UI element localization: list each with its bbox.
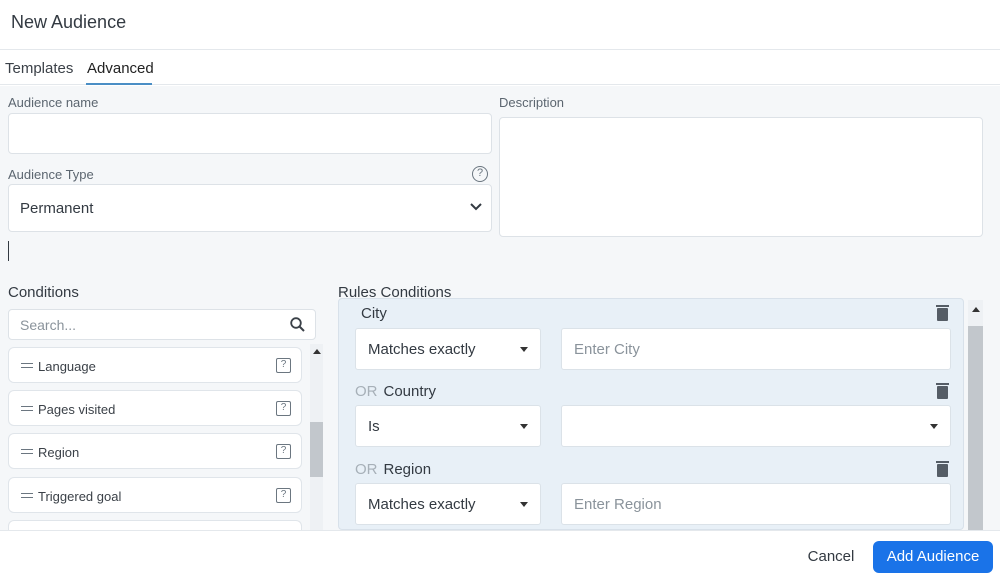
search-placeholder: Search... — [20, 317, 77, 333]
rule-value-placeholder: Enter City — [574, 341, 640, 358]
external-help-icon[interactable]: ? — [276, 358, 291, 373]
trash-icon[interactable] — [936, 383, 949, 399]
form-area: Audience name Description Audience Type … — [0, 86, 1000, 540]
trash-icon[interactable] — [936, 305, 949, 321]
dropdown-triangle-icon — [520, 424, 528, 429]
audience-type-value: Permanent — [20, 200, 94, 217]
drag-handle-icon[interactable] — [21, 449, 33, 454]
drag-handle-icon[interactable] — [21, 363, 33, 368]
rule-connector: OR — [355, 383, 378, 400]
rule-operator-value: Is — [368, 418, 380, 435]
condition-label: Pages visited — [38, 402, 116, 417]
rule-operator-select[interactable]: Matches exactly — [355, 483, 541, 525]
description-label: Description — [499, 95, 565, 110]
tab-bar: Templates Advanced — [0, 50, 1000, 85]
trash-icon[interactable] — [936, 461, 949, 477]
text-cursor — [8, 241, 9, 261]
tab-advanced[interactable]: Advanced — [87, 60, 154, 77]
dialog-footer: Cancel Add Audience — [0, 530, 1000, 575]
rule-value-input[interactable]: Enter Region — [561, 483, 951, 525]
condition-item-language[interactable]: Language ? — [8, 347, 302, 383]
rule-value-input[interactable]: Enter City — [561, 328, 951, 370]
rule-field-name: Region — [383, 461, 432, 478]
rules-panel: City Matches exactly Enter City OR Countr… — [338, 298, 964, 530]
audience-name-label: Audience name — [8, 95, 99, 110]
dropdown-triangle-icon — [930, 424, 938, 429]
rule-field-city: City — [355, 305, 387, 322]
rule-operator-value: Matches exactly — [368, 496, 476, 513]
conditions-search[interactable]: Search... — [8, 309, 316, 340]
description-textarea[interactable] — [499, 117, 983, 237]
rule-field-name: Country — [383, 383, 437, 400]
dropdown-triangle-icon — [520, 347, 528, 352]
external-help-icon[interactable]: ? — [276, 444, 291, 459]
active-tab-indicator — [86, 83, 152, 85]
scroll-up-arrow-icon[interactable] — [313, 349, 321, 354]
help-icon[interactable]: ? — [472, 166, 488, 182]
external-help-icon[interactable]: ? — [276, 401, 291, 416]
condition-item-pages-visited[interactable]: Pages visited ? — [8, 390, 302, 426]
rule-field-name: City — [361, 305, 387, 322]
condition-item-triggered-goal[interactable]: Triggered goal ? — [8, 477, 302, 513]
rule-operator-select[interactable]: Matches exactly — [355, 328, 541, 370]
drag-handle-icon[interactable] — [21, 406, 33, 411]
audience-name-input[interactable] — [8, 113, 492, 154]
cancel-button[interactable]: Cancel — [800, 542, 862, 572]
dialog-title: New Audience — [11, 12, 127, 32]
scroll-up-arrow-icon[interactable] — [972, 307, 980, 312]
search-icon[interactable] — [290, 317, 305, 332]
rule-operator-select[interactable]: Is — [355, 405, 541, 447]
audience-type-select[interactable]: Permanent — [8, 184, 492, 232]
rule-value-placeholder: Enter Region — [574, 496, 662, 513]
conditions-title: Conditions — [8, 284, 79, 301]
rule-operator-value: Matches exactly — [368, 341, 476, 358]
rule-connector: OR — [355, 461, 378, 478]
rule-value-select[interactable] — [561, 405, 951, 447]
condition-item-region[interactable]: Region ? — [8, 433, 302, 469]
dialog-header: New Audience — [0, 0, 1000, 50]
drag-handle-icon[interactable] — [21, 493, 33, 498]
rule-field-country: OR Country — [355, 383, 436, 400]
chevron-down-icon — [470, 203, 482, 211]
condition-label: Region — [38, 445, 80, 460]
rule-field-region: OR Region — [355, 461, 431, 478]
add-audience-button[interactable]: Add Audience — [873, 541, 993, 573]
conditions-scrollbar-thumb[interactable] — [310, 422, 323, 477]
external-help-icon[interactable]: ? — [276, 488, 291, 503]
audience-type-label: Audience Type — [8, 167, 94, 182]
dropdown-triangle-icon — [520, 502, 528, 507]
condition-label: Language — [38, 359, 96, 374]
tab-templates[interactable]: Templates — [5, 60, 73, 77]
rules-scrollbar-thumb[interactable] — [968, 326, 983, 530]
condition-label: Triggered goal — [38, 489, 122, 504]
